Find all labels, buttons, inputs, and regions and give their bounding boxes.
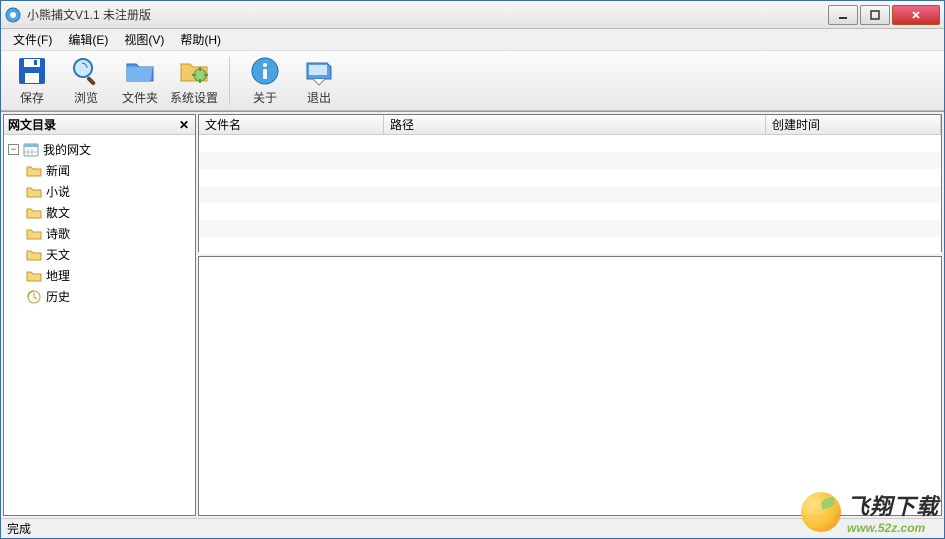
window-title: 小熊捕文V1.1 未注册版 xyxy=(27,6,828,23)
app-window: 小熊捕文V1.1 未注册版 文件(F) 编辑(E) 视图(V) 帮助(H) 保存… xyxy=(0,0,945,539)
tree-root[interactable]: − 我的网文 xyxy=(6,139,193,160)
tree-panel: 网文目录 ✕ − 我的网文 新闻 xyxy=(3,114,196,516)
menubar: 文件(F) 编辑(E) 视图(V) 帮助(H) xyxy=(1,29,944,51)
maximize-button[interactable] xyxy=(860,5,890,25)
tree-item-label: 天文 xyxy=(46,246,70,263)
folder-closed-icon xyxy=(26,205,42,221)
right-column: 文件名 路径 创建时间 xyxy=(198,114,942,516)
tree-item-label: 历史 xyxy=(46,288,70,305)
tree-item-essay[interactable]: 散文 xyxy=(24,202,193,223)
menu-view[interactable]: 视图(V) xyxy=(116,29,172,50)
folder-closed-icon xyxy=(26,247,42,263)
titlebar: 小熊捕文V1.1 未注册版 xyxy=(1,1,944,29)
toolbar-separator xyxy=(229,57,230,105)
main-area: 网文目录 ✕ − 我的网文 新闻 xyxy=(1,111,944,518)
tree-children: 新闻 小说 散文 诗歌 xyxy=(6,160,193,307)
exit-button[interactable]: 退出 xyxy=(294,54,344,108)
file-list-panel: 文件名 路径 创建时间 xyxy=(198,114,942,252)
folder-closed-icon xyxy=(26,163,42,179)
expander-icon[interactable]: − xyxy=(8,144,19,155)
tree-body: − 我的网文 新闻 小说 xyxy=(4,135,195,515)
tree-item-history[interactable]: 历史 xyxy=(24,286,193,307)
folder-label: 文件夹 xyxy=(122,89,158,106)
close-button[interactable] xyxy=(892,5,940,25)
content-panel xyxy=(198,256,942,516)
minimize-button[interactable] xyxy=(828,5,858,25)
tree-header: 网文目录 ✕ xyxy=(4,115,195,135)
list-body[interactable] xyxy=(199,135,941,254)
tree-item-label: 散文 xyxy=(46,204,70,221)
folder-closed-icon xyxy=(26,184,42,200)
tree-item-label: 诗歌 xyxy=(46,225,70,242)
folder-button[interactable]: 文件夹 xyxy=(115,54,165,108)
column-filename[interactable]: 文件名 xyxy=(199,115,384,134)
menu-file[interactable]: 文件(F) xyxy=(5,29,60,50)
settings-icon xyxy=(178,55,210,87)
tree-item-novel[interactable]: 小说 xyxy=(24,181,193,202)
column-path[interactable]: 路径 xyxy=(384,115,766,134)
clock-icon xyxy=(26,289,42,305)
tree-root-label: 我的网文 xyxy=(43,141,91,158)
browse-button[interactable]: 浏览 xyxy=(61,54,111,108)
tree-item-poetry[interactable]: 诗歌 xyxy=(24,223,193,244)
toolbar: 保存 浏览 文件夹 系统设置 关于 xyxy=(1,51,944,111)
folder-icon xyxy=(124,55,156,87)
save-label: 保存 xyxy=(20,89,44,106)
status-text: 完成 xyxy=(7,520,31,537)
tree-item-label: 新闻 xyxy=(46,162,70,179)
tree-item-astronomy[interactable]: 天文 xyxy=(24,244,193,265)
calendar-icon xyxy=(23,142,39,158)
menu-help[interactable]: 帮助(H) xyxy=(172,29,229,50)
statusbar: 完成 xyxy=(1,518,944,538)
browse-label: 浏览 xyxy=(74,89,98,106)
tree-title: 网文目录 xyxy=(8,116,177,133)
settings-button[interactable]: 系统设置 xyxy=(169,54,219,108)
column-created[interactable]: 创建时间 xyxy=(766,115,941,134)
tree-item-geography[interactable]: 地理 xyxy=(24,265,193,286)
tree-close-button[interactable]: ✕ xyxy=(177,118,191,132)
exit-icon xyxy=(303,55,335,87)
folder-closed-icon xyxy=(26,226,42,242)
about-label: 关于 xyxy=(253,89,277,106)
about-button[interactable]: 关于 xyxy=(240,54,290,108)
tree-item-label: 地理 xyxy=(46,267,70,284)
settings-label: 系统设置 xyxy=(170,89,218,106)
browse-icon xyxy=(70,55,102,87)
app-icon xyxy=(5,7,21,23)
tree-item-news[interactable]: 新闻 xyxy=(24,160,193,181)
exit-label: 退出 xyxy=(307,89,331,106)
about-icon xyxy=(249,55,281,87)
save-icon xyxy=(16,55,48,87)
save-button[interactable]: 保存 xyxy=(7,54,57,108)
folder-closed-icon xyxy=(26,268,42,284)
menu-edit[interactable]: 编辑(E) xyxy=(60,29,116,50)
window-controls xyxy=(828,5,940,25)
tree-item-label: 小说 xyxy=(46,183,70,200)
list-header: 文件名 路径 创建时间 xyxy=(199,115,941,135)
